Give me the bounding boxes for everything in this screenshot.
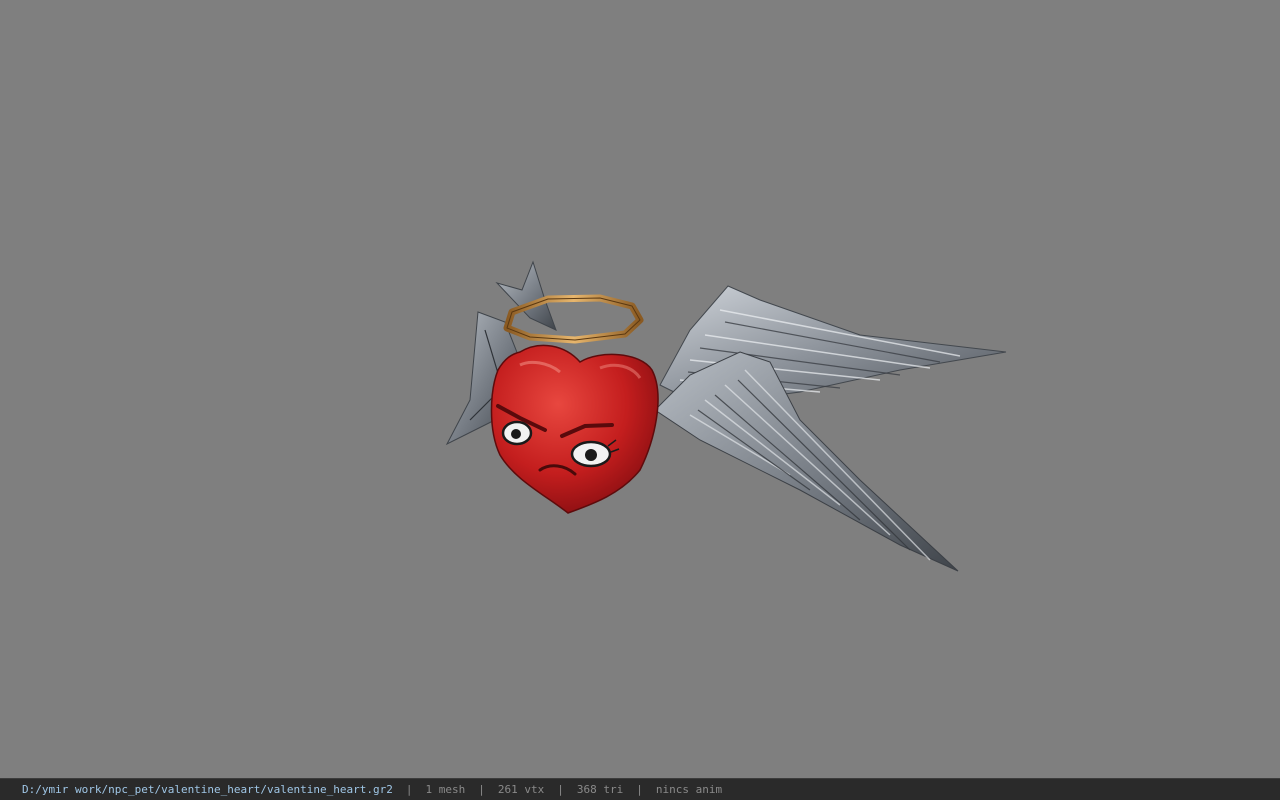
3d-viewport[interactable] [0, 0, 1280, 778]
status-separator: | [405, 783, 413, 796]
status-separator: | [636, 783, 643, 796]
mesh-count-label: 1 mesh [425, 783, 466, 796]
model-render[interactable] [0, 0, 1280, 778]
triangle-count-label: 368 tri [576, 783, 624, 796]
vertex-count-label: 261 vtx [497, 783, 545, 796]
animation-status-label: nincs anim [655, 783, 723, 796]
status-separator: | [557, 783, 564, 796]
status-separator: | [478, 783, 485, 796]
halo [503, 294, 644, 344]
file-path-label: D:/ymir work/npc_pet/valentine_heart/val… [22, 783, 393, 796]
left-eye [501, 420, 533, 446]
status-bar: D:/ymir work/npc_pet/valentine_heart/val… [0, 778, 1280, 800]
